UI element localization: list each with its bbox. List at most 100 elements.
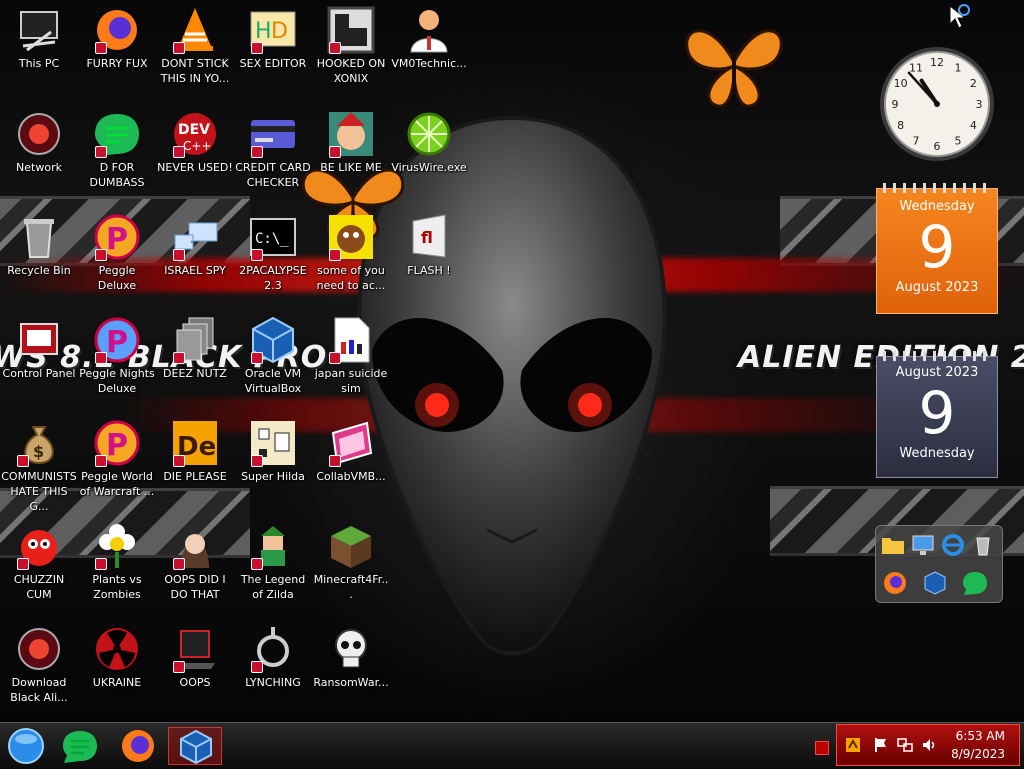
badge-icon	[173, 455, 185, 467]
desktop-icon[interactable]: CREDIT CARD CHECKER	[234, 110, 312, 190]
recycle-bin-icon[interactable]	[970, 532, 996, 558]
peggle-icon: P	[93, 419, 141, 467]
clock-numeral: 10	[894, 77, 908, 90]
badge-icon	[251, 661, 263, 673]
devcpp-icon: DEV C++	[171, 110, 219, 158]
desktop-icon[interactable]: HOOKED ON XONIX	[312, 6, 390, 86]
desktop-icon[interactable]: C:\_ 2PACALYPSE 2.3	[234, 213, 312, 293]
desktop-icon[interactable]: P Peggle World of Warcraft ...	[78, 419, 156, 499]
desktop-icon-label: Network	[16, 161, 62, 174]
start-button[interactable]	[4, 727, 44, 765]
desktop-icon-label: This PC	[18, 57, 60, 70]
chat-icon[interactable]	[962, 570, 988, 596]
network-icon	[15, 625, 63, 673]
calendar-widget-dark[interactable]: August 2023 9 Wednesday	[876, 351, 998, 478]
taskbar-firefox-button[interactable]	[118, 727, 158, 765]
desktop-icon[interactable]: Control Panel	[0, 316, 78, 381]
svg-text:fl: fl	[421, 228, 433, 247]
calendar-day: 9	[918, 213, 956, 281]
desktop-icon[interactable]: fl FLASH !	[390, 213, 468, 278]
desktop-icon[interactable]: UKRAINE	[78, 625, 156, 690]
calendar-weekday: Wednesday	[899, 446, 975, 461]
desktop-icon[interactable]: OOPS	[156, 625, 234, 690]
desktop-icon-label: COMMUNISTS HATE THIS G...	[1, 470, 77, 513]
desktop-icon-label: Plants vs Zombies	[92, 573, 142, 601]
desktop-icon[interactable]: Super Hilda	[234, 419, 312, 484]
svg-text:P: P	[106, 428, 128, 463]
desktop-icon-label: Peggle Nights Deluxe	[79, 367, 155, 395]
taskbar-virtualbox-button[interactable]	[168, 727, 222, 765]
credit-card-icon	[249, 110, 297, 158]
desktop-icon[interactable]: DONT STICK THIS IN YO...	[156, 6, 234, 86]
badge-icon	[329, 42, 341, 54]
internet-explorer-icon[interactable]	[940, 532, 966, 558]
desktop-icon[interactable]: japan suicide sim	[312, 316, 390, 396]
lime-icon	[405, 110, 453, 158]
desktop-show-indicator[interactable]	[815, 741, 829, 755]
desktop-icon-label: CHUZZIN CUM	[13, 573, 65, 601]
desktop-icon[interactable]: DEEZ NUTZ	[156, 316, 234, 381]
desktop-icon[interactable]: LYNCHING	[234, 625, 312, 690]
desktop-icon[interactable]: P Peggle Deluxe	[78, 213, 156, 293]
desktop-icon[interactable]: OOPS DID I DO THAT	[156, 522, 234, 602]
desktop-icon[interactable]: Download Black Ali...	[0, 625, 78, 705]
desktop-icon[interactable]: BE LIKE ME	[312, 110, 390, 175]
monitor-icon[interactable]	[910, 532, 936, 558]
desktop[interactable]: WS 8.1 BLACK PRO ALIEN EDITION 2018 This…	[0, 0, 1024, 722]
desktop-icon[interactable]: VirusWire.exe	[390, 110, 468, 175]
hero-icon	[249, 522, 297, 570]
desktop-icon[interactable]: DEV C++ NEVER USED!	[156, 110, 234, 175]
svg-text:C:\_: C:\_	[255, 231, 289, 247]
desktop-icon-label: DIE PLEASE	[163, 470, 227, 483]
desktop-icon[interactable]: D FOR DUMBASS	[78, 110, 156, 190]
desktop-icon-label: HOOKED ON XONIX	[316, 57, 386, 85]
calendar-widget-orange[interactable]: Wednesday 9 August 2023	[876, 183, 998, 314]
desktop-icon-label: UKRAINE	[92, 676, 142, 689]
speaker-icon[interactable]	[921, 737, 937, 753]
rope-icon	[249, 625, 297, 673]
desktop-icon[interactable]: FURRY FUX	[78, 6, 156, 71]
folder-icon[interactable]	[880, 532, 906, 558]
desktop-icon-label: DONT STICK THIS IN YO...	[160, 57, 230, 85]
network-tray-icon[interactable]	[897, 737, 913, 753]
desktop-icon[interactable]: P Peggle Nights Deluxe	[78, 316, 156, 396]
desktop-icon[interactable]: De DIE PLEASE	[156, 419, 234, 484]
flag-icon[interactable]	[873, 737, 889, 753]
desktop-icon[interactable]: Recycle Bin	[0, 213, 78, 278]
desktop-icon-label: DEEZ NUTZ	[163, 367, 227, 380]
clock-numeral: 4	[970, 119, 977, 132]
desktop-icon[interactable]: ISRAEL SPY	[156, 213, 234, 278]
desktop-icon[interactable]: HD SEX EDITOR	[234, 6, 312, 71]
pixel-dog-icon	[249, 419, 297, 467]
desktop-icon[interactable]: This PC	[0, 6, 78, 71]
chat-icon	[63, 731, 97, 763]
clock-numeral: 1	[955, 62, 962, 75]
app-tray-icon[interactable]	[845, 737, 861, 753]
tray-clock-date[interactable]: 8/9/2023	[951, 747, 1005, 761]
calendar-month-year: August 2023	[895, 280, 979, 295]
desktop-icon[interactable]: some of you need to ac...	[312, 213, 390, 293]
beaver-icon	[327, 213, 375, 261]
de-icon: De	[171, 419, 219, 467]
desktop-icon[interactable]: VM0Technic...	[390, 6, 468, 71]
desktop-icon[interactable]: Minecraft4Fr...	[312, 522, 390, 602]
virtualbox-icon[interactable]	[922, 570, 948, 596]
desktop-icon[interactable]: RansomWar...	[312, 625, 390, 690]
desktop-icon[interactable]: Network	[0, 110, 78, 175]
clock-widget[interactable]: 1234567891011 12	[877, 44, 997, 164]
desktop-icon[interactable]: The Legend of Zilda	[234, 522, 312, 602]
desktop-icon[interactable]: Plants vs Zombies	[78, 522, 156, 602]
desktop-icon[interactable]: CollabVMB...	[312, 419, 390, 484]
desktop-icon[interactable]: Oracle VM VirtualBox	[234, 316, 312, 396]
desktop-icon-label: LYNCHING	[245, 676, 301, 689]
desktop-icon[interactable]: $ COMMUNISTS HATE THIS G...	[0, 419, 78, 514]
desktop-icon-label: The Legend of Zilda	[240, 573, 306, 601]
tray-clock-time[interactable]: 6:53 AM	[956, 729, 1005, 743]
desktop-icon[interactable]: CHUZZIN CUM	[0, 522, 78, 602]
money-bag-icon: $	[15, 419, 63, 467]
firefox-icon[interactable]	[882, 570, 908, 596]
taskbar-chat-button[interactable]	[60, 727, 100, 765]
peggle-icon: P	[93, 213, 141, 261]
clock-numeral: 2	[970, 77, 977, 90]
badge-icon	[329, 455, 341, 467]
